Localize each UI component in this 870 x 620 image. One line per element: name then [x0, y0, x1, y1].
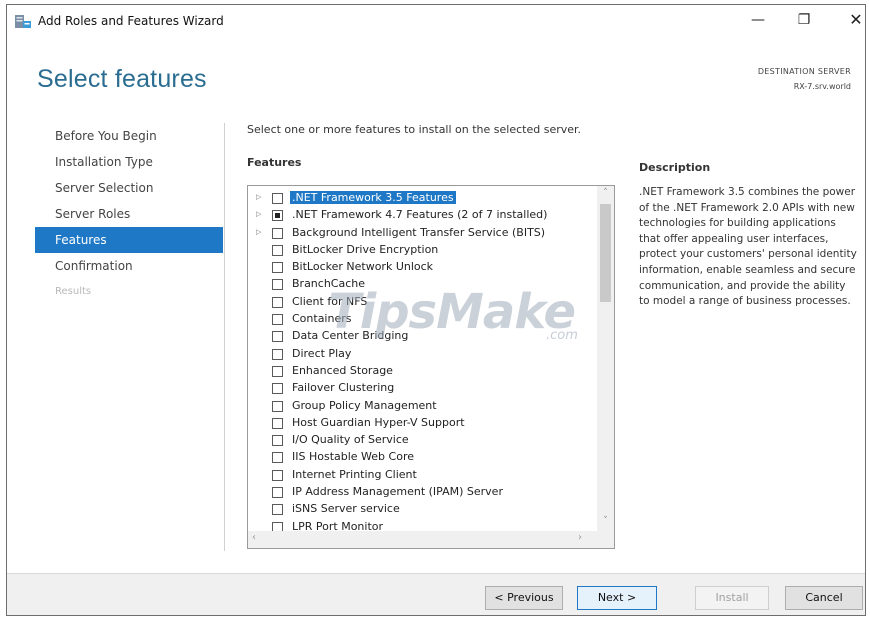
feature-checkbox[interactable] — [272, 383, 283, 395]
feature-label: IIS Hostable Web Core — [292, 450, 414, 464]
nav-item-server-roles[interactable]: Server Roles — [35, 201, 223, 227]
expand-arrow-icon[interactable]: ▷ — [256, 228, 261, 236]
feature-row[interactable]: Direct Play — [248, 346, 594, 363]
feature-row[interactable]: I/O Quality of Service — [248, 432, 594, 449]
feature-checkbox[interactable] — [272, 504, 283, 516]
window-title: Add Roles and Features Wizard — [38, 14, 224, 28]
scrollbar-thumb[interactable] — [600, 204, 611, 302]
feature-checkbox[interactable] — [272, 417, 283, 429]
feature-label: Background Intelligent Transfer Service … — [292, 225, 546, 239]
feature-checkbox[interactable] — [272, 435, 283, 447]
title-bar: Add Roles and Features Wizard — ❐ ✕ — [7, 5, 865, 37]
horizontal-scrollbar[interactable]: ‹ › — [248, 531, 614, 548]
watermark-suffix: .com — [546, 328, 578, 343]
expand-arrow-icon[interactable]: ▷ — [256, 210, 261, 218]
install-button: Install — [695, 586, 769, 610]
feature-label: .NET Framework 4.7 Features (2 of 7 inst… — [292, 208, 548, 222]
feature-label: Enhanced Storage — [292, 363, 393, 377]
feature-checkbox[interactable] — [272, 210, 283, 222]
scroll-down-arrow-icon[interactable]: ˅ — [597, 516, 614, 530]
feature-label: IP Address Management (IPAM) Server — [292, 485, 503, 499]
instruction-text: Select one or more features to install o… — [247, 123, 582, 136]
feature-row[interactable]: Group Policy Management — [248, 398, 594, 415]
description-heading: Description — [639, 161, 711, 174]
feature-checkbox[interactable] — [272, 193, 283, 204]
nav-item-before-you-begin[interactable]: Before You Begin — [35, 123, 223, 149]
nav-item-server-selection[interactable]: Server Selection — [35, 175, 223, 201]
feature-label: Failover Clustering — [292, 381, 395, 395]
feature-checkbox[interactable] — [272, 331, 283, 343]
feature-row[interactable]: iSNS Server service — [248, 501, 594, 518]
feature-checkbox[interactable] — [272, 227, 283, 239]
feature-label: .NET Framework 3.5 Features — [290, 191, 456, 204]
maximize-button[interactable]: ❐ — [787, 9, 821, 31]
feature-row[interactable]: Failover Clustering — [248, 380, 594, 397]
feature-row[interactable]: ▷ Background Intelligent Transfer Service… — [248, 225, 594, 242]
feature-label: BitLocker Drive Encryption — [292, 242, 439, 256]
feature-checkbox[interactable] — [272, 296, 283, 308]
feature-row[interactable]: BitLocker Network Unlock — [248, 259, 594, 276]
features-list-box[interactable]: ▷ .NET Framework 3.5 Features ▷ .NET Framew… — [247, 185, 615, 549]
scroll-right-arrow-icon[interactable]: › — [578, 532, 582, 543]
expand-arrow-icon[interactable]: ▷ — [256, 193, 261, 201]
wizard-nav: Before You Begin Installation Type Server … — [35, 123, 223, 305]
scroll-left-arrow-icon[interactable]: ‹ — [252, 532, 256, 543]
feature-row[interactable]: ▷ .NET Framework 3.5 Features — [248, 190, 594, 207]
nav-item-installation-type[interactable]: Installation Type — [35, 149, 223, 175]
feature-checkbox[interactable] — [272, 487, 283, 499]
close-button[interactable]: ✕ — [839, 9, 870, 31]
feature-list: ▷ .NET Framework 3.5 Features ▷ .NET Framew… — [248, 190, 594, 536]
previous-button[interactable]: < Previous — [485, 586, 563, 610]
feature-row[interactable]: Host Guardian Hyper-V Support — [248, 415, 594, 432]
feature-label: Host Guardian Hyper-V Support — [292, 415, 465, 429]
minimize-button[interactable]: — — [741, 9, 775, 31]
feature-checkbox[interactable] — [272, 365, 283, 377]
description-text: .NET Framework 3.5 combines the power of… — [639, 186, 857, 308]
feature-label: Group Policy Management — [292, 398, 437, 412]
feature-label: Direct Play — [292, 346, 352, 360]
feature-label: iSNS Server service — [292, 502, 400, 516]
feature-checkbox[interactable] — [272, 244, 283, 256]
feature-row[interactable]: IP Address Management (IPAM) Server — [248, 484, 594, 501]
nav-divider — [224, 123, 225, 551]
vertical-scrollbar[interactable]: ˄ ˅ — [597, 186, 614, 532]
scroll-up-arrow-icon[interactable]: ˄ — [597, 188, 614, 202]
server-manager-icon — [15, 15, 31, 28]
nav-item-results: Results — [55, 286, 92, 297]
destination-server-label: DESTINATION SERVER — [757, 67, 851, 76]
feature-label: Internet Printing Client — [292, 467, 417, 481]
feature-checkbox[interactable] — [272, 314, 283, 326]
feature-checkbox[interactable] — [272, 262, 283, 274]
feature-row[interactable]: IIS Hostable Web Core — [248, 449, 594, 466]
feature-row[interactable]: ▷ .NET Framework 4.7 Features (2 of 7 ins… — [248, 207, 594, 224]
nav-item-features[interactable]: Features — [35, 227, 223, 253]
feature-row[interactable]: Enhanced Storage — [248, 363, 594, 380]
features-heading: Features — [247, 156, 302, 169]
feature-label: BitLocker Network Unlock — [292, 260, 434, 274]
feature-checkbox[interactable] — [272, 452, 283, 464]
feature-checkbox[interactable] — [272, 279, 283, 291]
feature-row[interactable]: BitLocker Drive Encryption — [248, 242, 594, 259]
feature-label: I/O Quality of Service — [292, 433, 409, 447]
cancel-button[interactable]: Cancel — [785, 586, 863, 610]
feature-checkbox[interactable] — [272, 469, 283, 481]
feature-checkbox[interactable] — [272, 400, 283, 412]
feature-row[interactable]: Internet Printing Client — [248, 467, 594, 484]
destination-server-value: RX-7.srv.world — [793, 82, 851, 91]
next-button[interactable]: Next > — [577, 586, 657, 610]
nav-item-confirmation[interactable]: Confirmation — [35, 253, 223, 279]
wizard-footer: < Previous Next > Install Cancel — [7, 573, 865, 615]
feature-checkbox[interactable] — [272, 348, 283, 360]
page-title: Select features — [37, 65, 207, 93]
watermark-logo: TipsMake — [328, 284, 576, 340]
